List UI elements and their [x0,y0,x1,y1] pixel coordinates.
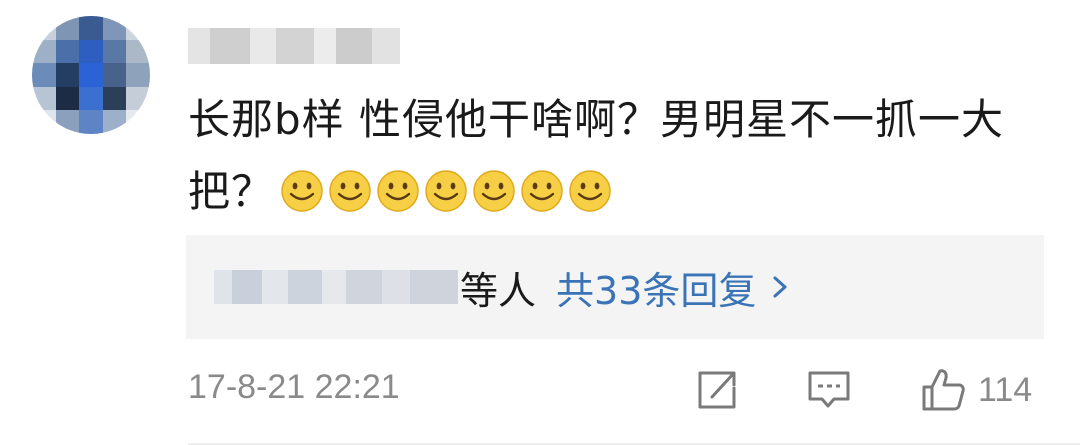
smiley-face-icon [473,169,515,212]
like-count: 114 [978,370,1033,409]
comment-body: 长那b样 性侵他干啥啊？男明星不一抓一大把？ [188,84,1048,228]
avatar[interactable] [32,16,150,134]
reply-others-label: 等人 [460,268,537,313]
smiley-face-icon [569,169,611,212]
replies-panel[interactable]: 等人 共33条回复 [186,235,1044,339]
smiley-face-icon [521,169,563,212]
smiley-face-icon [281,169,323,212]
username-blurred[interactable] [188,28,400,64]
view-replies-link[interactable]: 共33条回复 [556,260,756,315]
repost-icon[interactable] [692,365,742,415]
like-button[interactable]: 114 [918,362,1032,418]
thumbs-up-icon[interactable] [918,365,968,415]
emoji-group [280,169,612,213]
smiley-face-icon [329,169,371,212]
comment-timestamp: 17-8-21 22:21 [188,368,400,406]
comment-button[interactable] [804,362,854,418]
repost-button[interactable] [692,362,742,418]
smiley-face-icon [377,169,419,212]
reply-usernames-blurred[interactable] [214,270,458,304]
smiley-face-icon [425,169,467,212]
chevron-right-icon[interactable] [770,272,792,302]
comment-icon[interactable] [804,365,854,415]
